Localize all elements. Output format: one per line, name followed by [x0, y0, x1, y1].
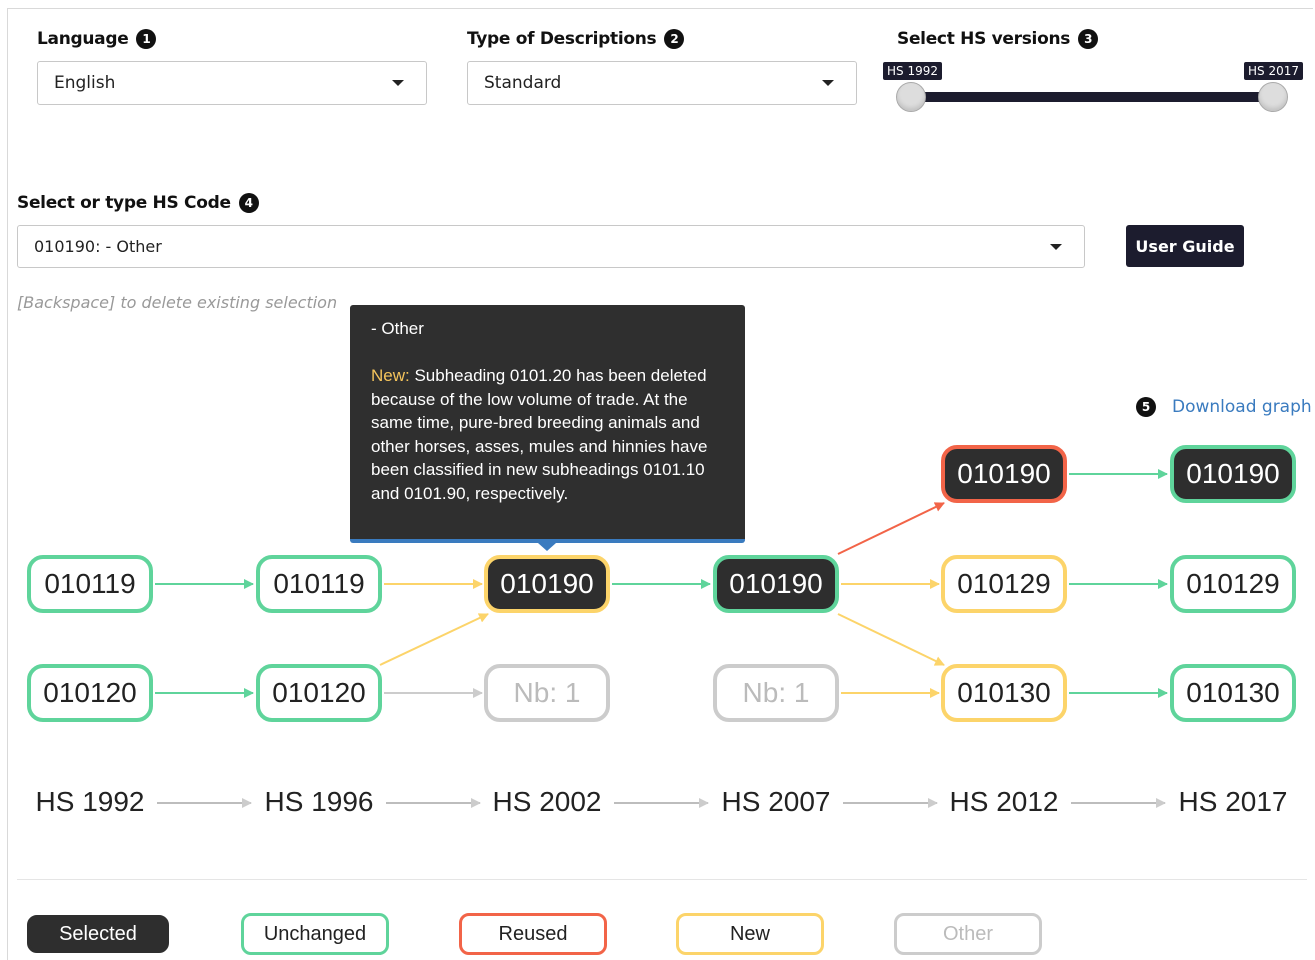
version-label: HS 2007 [721, 786, 831, 817]
node-2012-010129[interactable]: 010129 [941, 555, 1067, 613]
version-label: HS 2002 [492, 786, 602, 817]
node-2002-010190[interactable]: 010190 [484, 555, 610, 613]
version-label: HS 2012 [949, 786, 1059, 817]
version-label: HS 2017 [1178, 786, 1288, 817]
legend-other: Other [894, 913, 1042, 955]
legend-unchanged: Unchanged [241, 913, 389, 955]
node-2007-010190[interactable]: 010190 [713, 555, 839, 613]
node-2017-010190[interactable]: 010190 [1170, 445, 1296, 503]
tooltip-new-label: New: [371, 366, 410, 385]
edge-96b-02a [379, 613, 489, 666]
edge-07a-12b [837, 613, 945, 666]
edge-07a-12top [837, 502, 945, 555]
version-label: HS 1992 [35, 786, 145, 817]
legend-reused: Reused [459, 913, 607, 955]
tooltip-arrow [538, 543, 556, 551]
node-2007-other[interactable]: Nb: 1 [713, 664, 839, 722]
legend-divider [17, 879, 1307, 880]
node-2012-010190[interactable]: 010190 [941, 445, 1067, 503]
node-tooltip: - Other New: Subheading 0101.20 has been… [350, 305, 745, 543]
legend-selected: Selected [27, 915, 169, 953]
node-2017-010130[interactable]: 010130 [1170, 664, 1296, 722]
node-2002-other[interactable]: Nb: 1 [484, 664, 610, 722]
tooltip-text: Subheading 0101.20 has been deleted beca… [371, 366, 708, 503]
node-2012-010130[interactable]: 010130 [941, 664, 1067, 722]
node-1996-010120[interactable]: 010120 [256, 664, 382, 722]
tooltip-title: - Other [371, 319, 424, 338]
node-1992-010120[interactable]: 010120 [27, 664, 153, 722]
legend-new: New [676, 913, 824, 955]
tooltip-description: New: Subheading 0101.20 has been deleted… [371, 364, 725, 505]
version-label: HS 1996 [264, 786, 374, 817]
node-1996-010119[interactable]: 010119 [256, 555, 382, 613]
node-1992-010119[interactable]: 010119 [27, 555, 153, 613]
node-2017-010129[interactable]: 010129 [1170, 555, 1296, 613]
